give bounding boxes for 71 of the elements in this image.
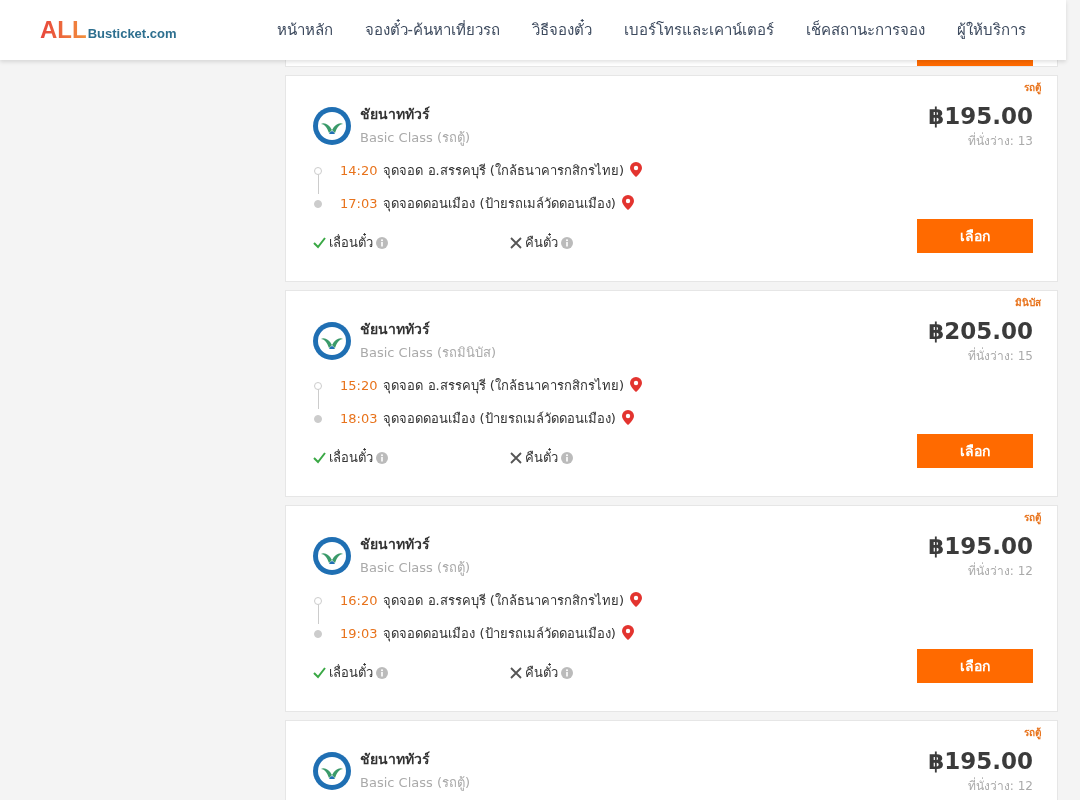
ticket-price: ฿195.00: [928, 103, 1033, 129]
nav-link[interactable]: ผู้ให้บริการ: [957, 18, 1026, 42]
policy-label: เลื่อนตั๋ว: [329, 447, 373, 467]
vehicle-type-label: รถตู้: [1024, 81, 1041, 95]
operator-name: ชัยนาททัวร์: [360, 320, 431, 339]
timeline-line: [318, 172, 319, 194]
policy-label: เลื่อนตั๋ว: [329, 662, 373, 682]
nav-link[interactable]: เบอร์โทรและเคาน์เตอร์: [624, 18, 774, 42]
timeline-dot: [314, 199, 322, 208]
info-icon[interactable]: [376, 451, 388, 464]
timeline-dot: [314, 596, 322, 605]
timeline-dot: [314, 629, 322, 638]
stop-place: จุดจอด อ.สรรคบุรี (ใกล้ธนาคารกสิกรไทย): [383, 162, 624, 181]
stop-time: 18:03: [340, 411, 378, 426]
operator-logo-icon: [313, 751, 351, 790]
stop-time: 16:20: [340, 593, 378, 608]
seats-available: ที่นั่งว่าง: 15: [966, 346, 1033, 365]
operator-name: ชัยนาททัวร์: [360, 535, 431, 554]
ticket-price: ฿195.00: [928, 533, 1033, 559]
nav-link[interactable]: เช็คสถานะการจอง: [806, 18, 925, 42]
nav-link[interactable]: หน้าหลัก: [276, 18, 333, 42]
operator-logo-icon: [313, 106, 351, 145]
operator-name: ชัยนาททัวร์: [360, 750, 431, 769]
map-pin-icon[interactable]: [630, 162, 642, 179]
policy-label: คืนตั๋ว: [525, 447, 558, 467]
seats-available: ที่นั่งว่าง: 12: [966, 776, 1033, 795]
nav-link[interactable]: วิธีจองตั๋ว: [532, 18, 592, 42]
info-icon[interactable]: [376, 666, 388, 679]
vehicle-type-label: มินิบัส: [1015, 296, 1041, 310]
policy-label: คืนตั๋ว: [525, 662, 558, 682]
bus-class: Basic Class (รถตู้): [360, 129, 471, 148]
vehicle-type-label: รถตู้: [1024, 511, 1041, 525]
nav-link[interactable]: จองตั๋ว-ค้นหาเที่ยวรถ: [364, 18, 500, 42]
bus-class: Basic Class (รถมินิบัส): [360, 344, 497, 362]
stop-time: 15:20: [340, 378, 378, 393]
map-pin-icon[interactable]: [621, 410, 634, 427]
seats-available: ที่นั่งว่าง: 12: [966, 561, 1033, 580]
timeline-dot: [314, 414, 322, 423]
stop-place: จุดจอด อ.สรรคบุรี (ใกล้ธนาคารกสิกรไทย): [383, 592, 624, 611]
stop-time: 14:20: [340, 163, 378, 178]
info-icon[interactable]: [561, 236, 573, 249]
ticket-price: ฿195.00: [928, 748, 1033, 774]
map-pin-icon[interactable]: [621, 625, 634, 642]
select-button-edge[interactable]: [917, 60, 1033, 66]
stop-time: 17:03: [340, 196, 378, 211]
stop-time: 19:03: [340, 626, 378, 641]
map-pin-icon[interactable]: [621, 195, 634, 212]
info-icon[interactable]: [561, 666, 573, 679]
stop-place: จุดจอดดอนเมือง (ป้ายรถเมล์วัดดอนเมือง): [383, 410, 616, 429]
operator-name: ชัยนาททัวร์: [360, 105, 431, 124]
stop-place: จุดจอดดอนเมือง (ป้ายรถเมล์วัดดอนเมือง): [383, 195, 616, 214]
bus-class: Basic Class (รถตู้): [360, 774, 471, 793]
map-pin-icon[interactable]: [630, 592, 642, 609]
timeline-dot: [314, 166, 322, 175]
ticket-price: ฿205.00: [928, 318, 1033, 344]
vehicle-type-label: รถตู้: [1024, 726, 1041, 740]
timeline-dot: [314, 381, 322, 390]
bus-class: Basic Class (รถตู้): [360, 559, 471, 578]
stop-place: จุดจอด อ.สรรคบุรี (ใกล้ธนาคารกสิกรไทย): [383, 377, 624, 396]
operator-logo-icon: [313, 321, 351, 360]
seats-available: ที่นั่งว่าง: 13: [966, 131, 1033, 150]
map-pin-icon[interactable]: [630, 377, 642, 394]
timeline-line: [318, 387, 319, 409]
policy-label: คืนตั๋ว: [525, 232, 558, 252]
info-icon[interactable]: [561, 451, 573, 464]
policy-label: เลื่อนตั๋ว: [329, 232, 373, 252]
timeline-line: [318, 602, 319, 624]
info-icon[interactable]: [376, 236, 388, 249]
stop-place: จุดจอดดอนเมือง (ป้ายรถเมล์วัดดอนเมือง): [383, 625, 616, 644]
logo-domain[interactable]: Busticket.com: [87, 26, 177, 41]
operator-logo-icon: [313, 536, 351, 575]
